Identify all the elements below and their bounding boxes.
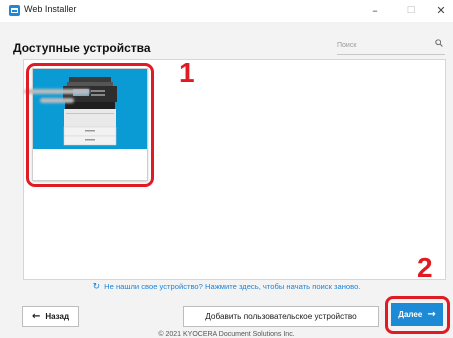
refresh-icon: ↻ xyxy=(92,282,101,292)
back-label: Назад xyxy=(45,312,70,321)
callout-one: 1 xyxy=(179,57,195,88)
rescan-link[interactable]: ↻ Не нашли свое устройство? Нажмите здесь… xyxy=(0,282,453,292)
window-title: Web Installer xyxy=(24,4,77,14)
arrow-left-icon: ← xyxy=(31,311,41,322)
callout-two: 2 xyxy=(417,252,433,283)
back-button[interactable]: ← Назад xyxy=(22,306,79,327)
search-box xyxy=(337,38,445,55)
minimize-button[interactable]: – xyxy=(364,2,386,19)
copyright: © 2021 KYOCERA Document Solutions Inc. xyxy=(158,331,295,338)
app-icon xyxy=(9,5,20,16)
highlight-device-card xyxy=(26,63,154,187)
title-bar: Web Installer – □ ✕ xyxy=(0,0,453,22)
rescan-text: Не нашли свое устройство? Нажмите здесь,… xyxy=(104,282,361,291)
highlight-next-button xyxy=(385,296,450,334)
close-button[interactable]: ✕ xyxy=(430,2,452,19)
search-icon[interactable] xyxy=(435,39,443,47)
search-input[interactable] xyxy=(337,38,427,52)
add-custom-device-button[interactable]: Добавить пользовательское устройство xyxy=(183,306,379,327)
maximize-button[interactable]: □ xyxy=(400,2,422,19)
add-custom-device-label: Добавить пользовательское устройство xyxy=(205,312,357,321)
page-title: Доступные устройства xyxy=(13,41,151,55)
